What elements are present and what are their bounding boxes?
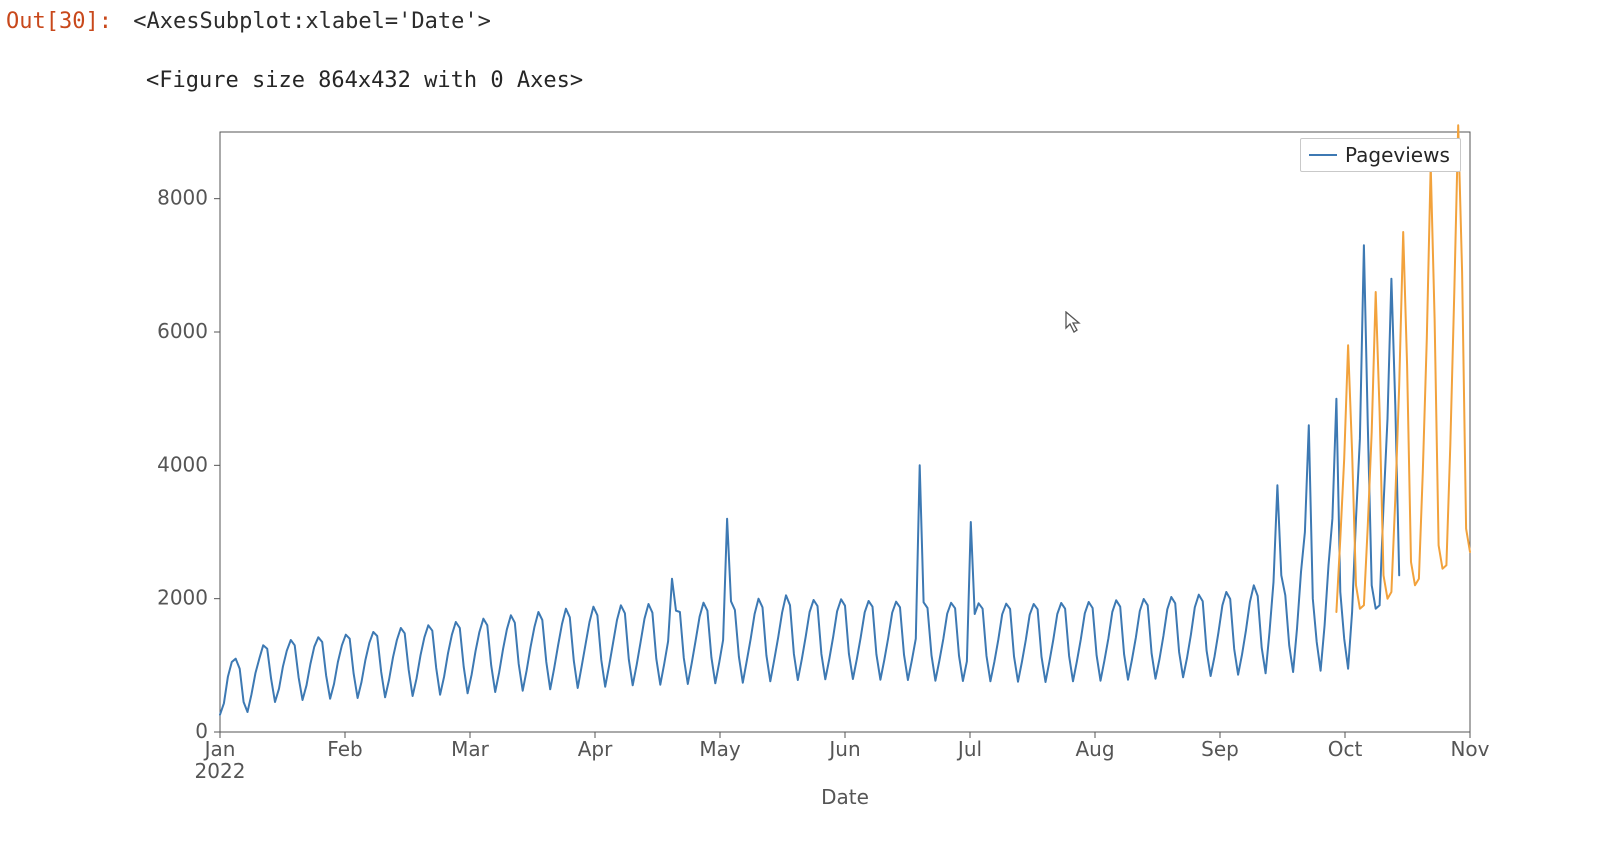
out-prompt: Out[30]: [6,9,112,34]
x-tick-label: Mar [451,737,490,761]
figure-repr: <Figure size 864x432 with 0 Axes> [146,67,1600,96]
x-tick-label: May [699,737,741,761]
output-prompt-row: Out[30]: <AxesSubplot:xlabel='Date'> [0,0,1600,37]
legend-label: Pageviews [1345,143,1450,167]
y-tick-label: 4000 [157,452,208,476]
x-tick-label: Feb [327,737,362,761]
legend: Pageviews [1300,138,1461,172]
x-tick-label: Jun [827,737,860,761]
x-tick-label: Apr [578,737,613,761]
x-tick-label: Nov [1450,737,1489,761]
chart-container: 02000400060008000Jan2022FebMarAprMayJunJ… [120,122,1500,826]
series-pageviews [220,245,1399,714]
x-axis-label: Date [821,785,869,809]
x-tick-label: Aug [1075,737,1114,761]
x-tick-label: Sep [1201,737,1239,761]
x-tick-label: Jul [956,737,982,761]
legend-swatch [1309,154,1337,156]
x-tick-label: Oct [1328,737,1363,761]
x-tick-label: Jan [203,737,236,761]
x-tick-label: 2022 [195,759,246,783]
y-tick-label: 8000 [157,186,208,210]
series-forecast [1336,125,1470,612]
y-tick-label: 6000 [157,319,208,343]
y-tick-label: 2000 [157,586,208,610]
axes-repr: <AxesSubplot:xlabel='Date'> [133,9,491,34]
line-chart: 02000400060008000Jan2022FebMarAprMayJunJ… [120,122,1500,822]
